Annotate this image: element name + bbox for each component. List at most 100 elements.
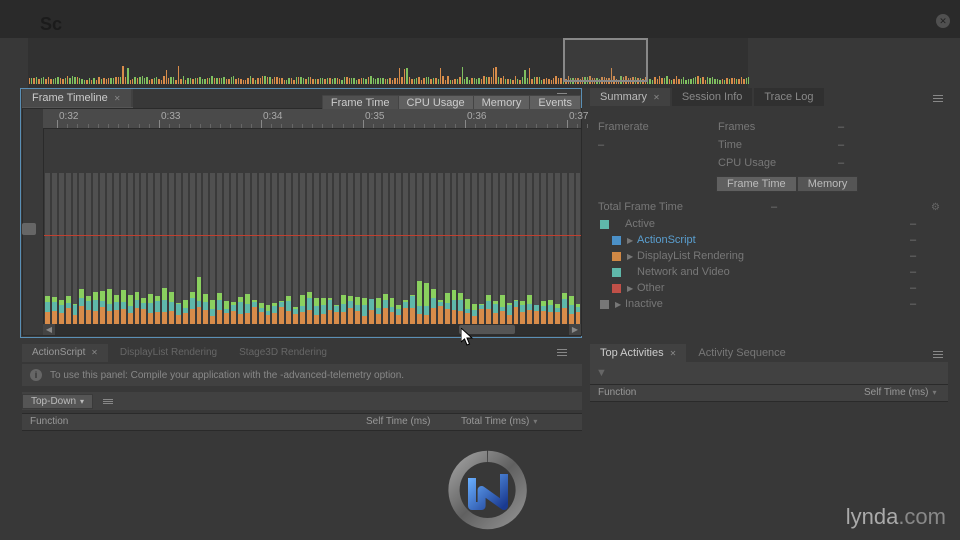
close-icon[interactable]: ✕ xyxy=(653,93,660,102)
frame-bar[interactable] xyxy=(472,304,477,324)
frame-bar[interactable] xyxy=(321,298,326,324)
displaylist-tab[interactable]: DisplayList Rendering xyxy=(110,344,227,362)
frame-bar[interactable] xyxy=(210,300,215,324)
frame-bar[interactable] xyxy=(500,295,505,324)
frame-bar[interactable] xyxy=(203,294,208,325)
frame-bar[interactable] xyxy=(300,295,305,324)
frame-bar[interactable] xyxy=(314,298,319,324)
frame-bar[interactable] xyxy=(59,300,64,324)
self-time-column-header[interactable]: Self Time (ms) xyxy=(362,414,457,430)
frame-bar[interactable] xyxy=(155,296,160,324)
frame-bar[interactable] xyxy=(403,300,408,324)
frame-bar[interactable] xyxy=(66,296,71,324)
frame-bar[interactable] xyxy=(452,290,457,324)
frame-bar[interactable] xyxy=(135,292,140,324)
frame-time-view-button[interactable]: Frame Time xyxy=(716,176,797,192)
frame-bar[interactable] xyxy=(266,305,271,324)
horizontal-scrollbar[interactable]: ◀ ▶ xyxy=(43,324,581,335)
close-icon[interactable]: ✕ xyxy=(670,349,677,358)
frame-bar[interactable] xyxy=(514,300,519,324)
frame-bar[interactable] xyxy=(45,296,50,324)
frame-bar[interactable] xyxy=(369,299,374,324)
frame-bar[interactable] xyxy=(128,295,133,324)
frame-bar[interactable] xyxy=(576,304,581,324)
frame-bar[interactable] xyxy=(348,296,353,324)
frame-timeline-tab[interactable]: Frame Timeline ✕ xyxy=(22,89,131,107)
frame-bar[interactable] xyxy=(527,295,532,324)
frame-bar[interactable] xyxy=(148,294,153,324)
legend-row[interactable]: ▶Other– xyxy=(590,280,948,296)
scroll-right-arrow[interactable]: ▶ xyxy=(569,324,581,335)
actionscript-tab[interactable]: ActionScript ✕ xyxy=(22,344,108,362)
frame-bar[interactable] xyxy=(217,293,222,324)
frame-bar[interactable] xyxy=(107,289,112,324)
frame-bar[interactable] xyxy=(197,277,202,324)
frame-bar[interactable] xyxy=(355,297,360,324)
frame-bar[interactable] xyxy=(121,290,126,324)
frame-bar[interactable] xyxy=(279,301,284,324)
frame-bar[interactable] xyxy=(548,300,553,325)
scroll-thumb[interactable] xyxy=(459,325,515,334)
frame-bar[interactable] xyxy=(328,298,333,324)
frame-bar[interactable] xyxy=(238,297,243,324)
frame-bar[interactable] xyxy=(479,304,484,324)
frame-bar[interactable] xyxy=(79,289,84,324)
total-time-column-header[interactable]: Total Time (ms)▾ xyxy=(457,414,552,430)
legend-row[interactable]: ▶Inactive– xyxy=(590,296,948,312)
overview-selection-window[interactable] xyxy=(563,38,648,82)
panel-menu-icon[interactable] xyxy=(930,90,946,106)
frame-bar[interactable] xyxy=(73,304,78,324)
frame-bar[interactable] xyxy=(162,288,167,324)
frame-bar[interactable] xyxy=(465,299,470,324)
activity-self-time-header[interactable]: Self Time (ms)▾ xyxy=(860,385,948,401)
frame-bar[interactable] xyxy=(224,301,229,324)
time-ruler[interactable]: 0:320:330:340:350:360:37 xyxy=(43,109,581,129)
frame-bar[interactable] xyxy=(445,293,450,324)
frame-bar[interactable] xyxy=(307,292,312,324)
frame-bar[interactable] xyxy=(259,303,264,324)
frame-bar[interactable] xyxy=(396,305,401,324)
frame-bar[interactable] xyxy=(410,295,415,324)
frame-bar[interactable] xyxy=(383,294,388,324)
frame-bar[interactable] xyxy=(231,302,236,324)
legend-row[interactable]: ▶DisplayList Rendering– xyxy=(590,248,948,264)
activity-sequence-tab[interactable]: Activity Sequence xyxy=(688,344,795,362)
frame-bar[interactable] xyxy=(190,292,195,324)
close-icon[interactable]: ✕ xyxy=(114,94,121,103)
frame-bar[interactable] xyxy=(555,304,560,324)
frame-bar[interactable] xyxy=(417,281,422,324)
frame-bar[interactable] xyxy=(293,307,298,324)
frame-bar[interactable] xyxy=(141,298,146,324)
frame-bar[interactable] xyxy=(334,305,339,324)
frame-bar[interactable] xyxy=(86,296,91,325)
scroll-left-arrow[interactable]: ◀ xyxy=(43,324,55,335)
frame-bar[interactable] xyxy=(272,303,277,325)
top-activities-tab[interactable]: Top Activities ✕ xyxy=(590,344,686,362)
frame-bar[interactable] xyxy=(431,289,436,324)
frame-bar[interactable] xyxy=(341,295,346,324)
function-column-header[interactable]: Function xyxy=(22,414,362,430)
panel-menu-icon[interactable] xyxy=(930,346,946,362)
frame-bar[interactable] xyxy=(534,305,539,324)
gear-icon[interactable]: ⚙ xyxy=(931,202,940,213)
stage3d-tab[interactable]: Stage3D Rendering xyxy=(229,344,337,362)
frame-bar[interactable] xyxy=(390,298,395,324)
frame-bar[interactable] xyxy=(176,303,181,324)
frame-bar[interactable] xyxy=(569,296,574,324)
frame-bar[interactable] xyxy=(376,298,381,324)
frame-bar[interactable] xyxy=(93,292,98,324)
frame-bar[interactable] xyxy=(114,295,119,324)
frame-bar[interactable] xyxy=(493,301,498,325)
session-info-tab[interactable]: Session Info xyxy=(672,88,753,106)
close-button[interactable]: ✕ xyxy=(936,14,950,28)
panel-menu-icon[interactable] xyxy=(554,344,570,360)
filter-icon[interactable]: ▼ xyxy=(596,367,607,379)
frame-bar[interactable] xyxy=(486,295,491,324)
memory-view-button[interactable]: Memory xyxy=(797,176,859,192)
trace-log-tab[interactable]: Trace Log xyxy=(754,88,823,106)
view-mode-dropdown[interactable]: Top-Down ▾ xyxy=(22,394,93,409)
zoom-slider-handle[interactable] xyxy=(22,223,36,235)
frame-bar[interactable] xyxy=(286,296,291,324)
frame-bar[interactable] xyxy=(438,300,443,324)
frame-bar[interactable] xyxy=(245,294,250,324)
